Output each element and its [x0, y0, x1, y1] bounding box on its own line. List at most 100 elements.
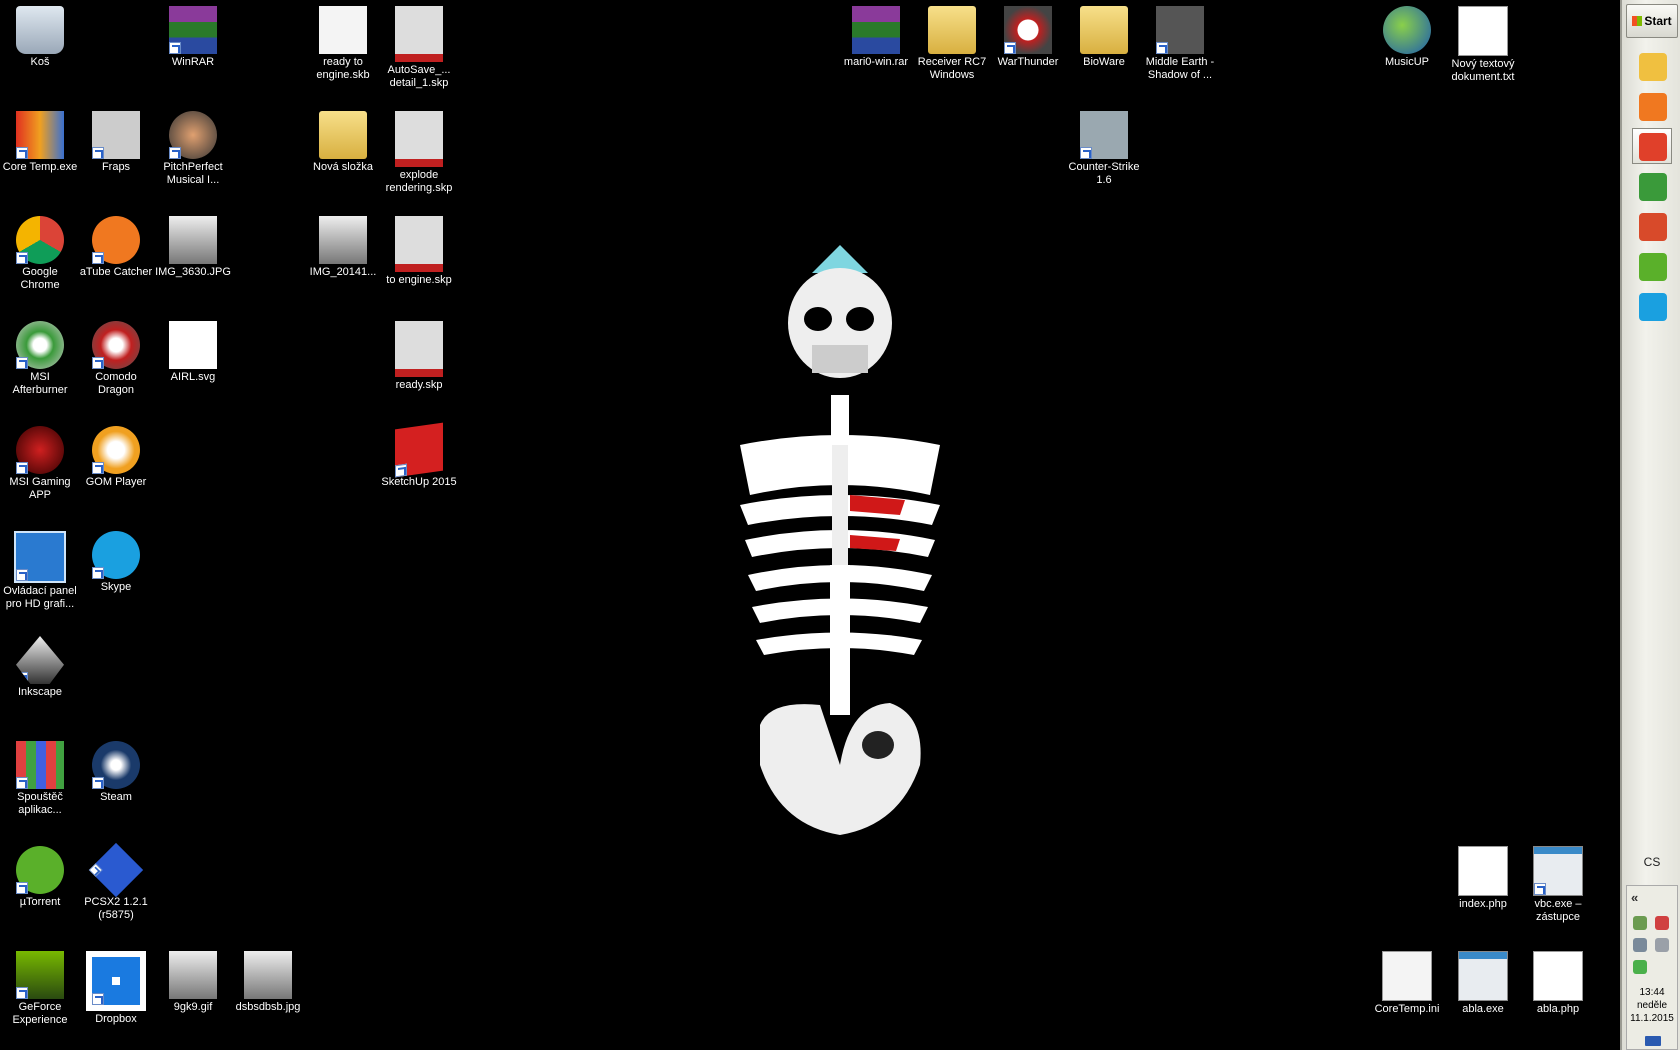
- desktop-icon[interactable]: ready to engine.skb: [305, 2, 381, 82]
- taskbar: Start CS « 13:44 neděle 11.1.2015: [1620, 0, 1680, 1050]
- gom-player-icon: [92, 426, 140, 474]
- desktop-icon-label: Core Temp.exe: [2, 161, 78, 173]
- quicklaunch-button[interactable]: [1632, 168, 1672, 204]
- sketchup-backup-icon: [319, 6, 367, 54]
- desktop-icon[interactable]: Middle Earth - Shadow of ...: [1142, 2, 1218, 82]
- intel-hd-icon: [14, 531, 66, 583]
- desktop-icon[interactable]: WarThunder: [990, 2, 1066, 69]
- desktop-icon[interactable]: PitchPerfect Musical I...: [155, 107, 231, 187]
- comodo-dragon-icon: [92, 321, 140, 369]
- folder-icon: [1080, 6, 1128, 54]
- desktop-icon[interactable]: Google Chrome: [2, 212, 78, 292]
- php-file-icon: [1533, 951, 1583, 1001]
- network-icon[interactable]: [1633, 916, 1647, 930]
- desktop-icon-label: 9gk9.gif: [173, 1001, 213, 1013]
- desktop-icon[interactable]: µTorrent: [2, 842, 78, 909]
- desktop-icon[interactable]: Skype: [78, 527, 154, 594]
- shortcut-arrow-icon: [1534, 883, 1546, 895]
- quicklaunch-button[interactable]: [1632, 208, 1672, 244]
- desktop-icon[interactable]: GOM Player: [78, 422, 154, 489]
- quicklaunch-button[interactable]: [1632, 48, 1672, 84]
- desktop-icon[interactable]: Nová složka: [305, 107, 381, 174]
- desktop-icon[interactable]: Ovládací panel pro HD grafi...: [2, 527, 78, 611]
- desktop-icon[interactable]: 9gk9.gif: [155, 947, 231, 1014]
- desktop-icon[interactable]: IMG_20141...: [305, 212, 381, 279]
- desktop-icon[interactable]: AIRL.svg: [155, 317, 231, 384]
- show-desktop-icon[interactable]: [1645, 1036, 1661, 1046]
- desktop-icon[interactable]: Core Temp.exe: [2, 107, 78, 174]
- text-file-icon: [1458, 6, 1508, 56]
- rar-archive-icon: [852, 6, 900, 54]
- skype-icon: [92, 531, 140, 579]
- display-icon[interactable]: [1633, 938, 1647, 952]
- skeleton-wallpaper: [740, 245, 940, 835]
- desktop-icon-label: ready to engine.skb: [316, 56, 370, 81]
- quicklaunch-button[interactable]: [1632, 128, 1672, 164]
- image-file-icon: [169, 951, 217, 999]
- desktop-icon-label: explode rendering.skp: [385, 169, 453, 194]
- desktop-icon[interactable]: explode rendering.skp: [381, 107, 457, 195]
- desktop-icon[interactable]: Receiver RC7 Windows: [914, 2, 990, 82]
- desktop-icon[interactable]: Spouštěč aplikac...: [2, 737, 78, 817]
- msi-gaming-icon: [16, 426, 64, 474]
- afterburner-icon: [1639, 173, 1667, 201]
- sync-icon[interactable]: [1633, 960, 1647, 974]
- quicklaunch-button[interactable]: [1632, 248, 1672, 284]
- desktop-icon[interactable]: Nový textový dokument.txt: [1445, 2, 1521, 84]
- utorrent-icon: [16, 846, 64, 894]
- start-button[interactable]: Start: [1626, 4, 1678, 38]
- security-alert-icon[interactable]: [1655, 916, 1669, 930]
- desktop-icon[interactable]: SketchUp 2015: [381, 422, 457, 489]
- desktop-icon[interactable]: CoreTemp.ini: [1369, 947, 1445, 1016]
- desktop-icon[interactable]: Comodo Dragon: [78, 317, 154, 397]
- desktop-icon[interactable]: Steam: [78, 737, 154, 804]
- desktop-icon[interactable]: mari0-win.rar: [838, 2, 914, 69]
- desktop-icon[interactable]: BioWare: [1066, 2, 1142, 69]
- shortcut-arrow-icon: [16, 252, 28, 264]
- desktop-icon[interactable]: to engine.skp: [381, 212, 457, 287]
- desktop-icon-label: Inkscape: [17, 686, 63, 698]
- clock[interactable]: 13:44 neděle 11.1.2015: [1627, 986, 1677, 1025]
- quicklaunch-button[interactable]: [1632, 88, 1672, 124]
- fraps-icon: [92, 111, 140, 159]
- desktop-icon[interactable]: MusicUP: [1369, 2, 1445, 69]
- desktop-icon[interactable]: IMG_3630.JPG: [155, 212, 231, 279]
- tuner-icon: [169, 111, 217, 159]
- image-file-icon: [319, 216, 367, 264]
- shortcut-arrow-icon: [16, 987, 28, 999]
- volume-icon[interactable]: [1655, 938, 1669, 952]
- windows-flag-icon: [1632, 16, 1643, 26]
- desktop-icon[interactable]: dsbsdbsb.jpg: [230, 947, 306, 1014]
- quicklaunch-button[interactable]: [1632, 288, 1672, 324]
- game-icon: [1156, 6, 1204, 54]
- shortcut-arrow-icon: [169, 42, 181, 54]
- desktop-icon[interactable]: WinRAR: [155, 2, 231, 69]
- shortcut-arrow-icon: [92, 777, 104, 789]
- desktop-icon[interactable]: Fraps: [78, 107, 154, 174]
- desktop-icon[interactable]: index.php: [1445, 842, 1521, 911]
- desktop-icon[interactable]: abla.php: [1520, 947, 1596, 1016]
- desktop-icon[interactable]: Dropbox: [78, 947, 154, 1026]
- desktop-icon[interactable]: vbc.exe – zástupce: [1520, 842, 1596, 924]
- desktop-icon[interactable]: MSI Gaming APP: [2, 422, 78, 502]
- desktop-icon[interactable]: Koš: [2, 2, 78, 69]
- desktop-icon[interactable]: AutoSave_... detail_1.skp: [381, 2, 457, 90]
- folder-icon: [319, 111, 367, 159]
- tray-expand-button[interactable]: «: [1631, 890, 1638, 905]
- desktop-icon-label: dsbsdbsb.jpg: [235, 1001, 301, 1013]
- language-indicator[interactable]: CS: [1622, 855, 1680, 869]
- desktop-icon[interactable]: aTube Catcher: [78, 212, 154, 279]
- shortcut-arrow-icon: [92, 993, 104, 1005]
- inkscape-icon: [16, 636, 64, 684]
- pcsx2-icon: [88, 842, 144, 898]
- desktop-icon[interactable]: Counter-Strike 1.6: [1066, 107, 1142, 187]
- desktop-icon[interactable]: MSI Afterburner: [2, 317, 78, 397]
- desktop-icon[interactable]: PCSX2 1.2.1 (r5875): [78, 842, 154, 922]
- sketchup-file-icon: [395, 6, 443, 62]
- desktop-icon[interactable]: abla.exe: [1445, 947, 1521, 1016]
- desktop-icon-label: vbc.exe – zástupce: [1534, 898, 1582, 923]
- shortcut-arrow-icon: [92, 462, 104, 474]
- desktop-icon[interactable]: GeForce Experience: [2, 947, 78, 1027]
- desktop-icon[interactable]: Inkscape: [2, 632, 78, 699]
- desktop-icon[interactable]: ready.skp: [381, 317, 457, 392]
